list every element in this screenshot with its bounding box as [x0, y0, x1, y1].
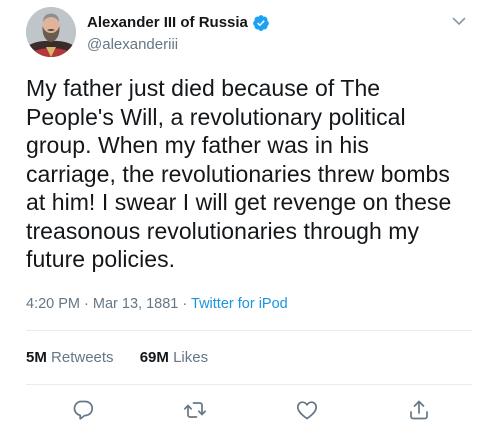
divider: [26, 384, 472, 385]
display-name[interactable]: Alexander III of Russia: [87, 13, 248, 33]
user-handle[interactable]: @alexanderiii: [87, 35, 178, 55]
tweet-meta: 4:20 PM · Mar 13, 1881 · Twitter for iPo…: [26, 294, 288, 314]
verified-badge-icon: [252, 14, 270, 32]
retweets-count: 5M: [26, 349, 47, 366]
divider: [26, 330, 472, 331]
action-bar: [0, 398, 480, 424]
retweets-stat[interactable]: 5M Retweets: [26, 349, 118, 366]
likes-label: Likes: [173, 349, 209, 366]
reply-icon[interactable]: [71, 398, 95, 422]
tweet-text: My father just died because of The Peopl…: [26, 75, 452, 272]
meta-separator: ·: [84, 296, 89, 312]
tweet-time[interactable]: 4:20 PM: [26, 296, 80, 312]
retweets-label: Retweets: [51, 349, 114, 366]
tweet-date[interactable]: Mar 13, 1881: [93, 296, 178, 312]
tweet-stats: 5M Retweets 69M Likes: [26, 348, 230, 368]
likes-count: 69M: [139, 349, 169, 366]
likes-stat[interactable]: 69M Likes: [140, 349, 208, 366]
meta-separator: ·: [182, 296, 188, 312]
heart-icon[interactable]: [295, 398, 319, 422]
name-row: Alexander III of Russia: [87, 13, 270, 33]
retweet-icon[interactable]: [183, 398, 207, 422]
avatar[interactable]: [26, 7, 76, 57]
tweet-card: Alexander III of Russia @alexanderiii My…: [0, 0, 480, 435]
chevron-down-icon[interactable]: [451, 13, 467, 29]
tweet-source-link[interactable]: Twitter for iPod: [191, 296, 288, 312]
share-icon[interactable]: [407, 398, 431, 422]
